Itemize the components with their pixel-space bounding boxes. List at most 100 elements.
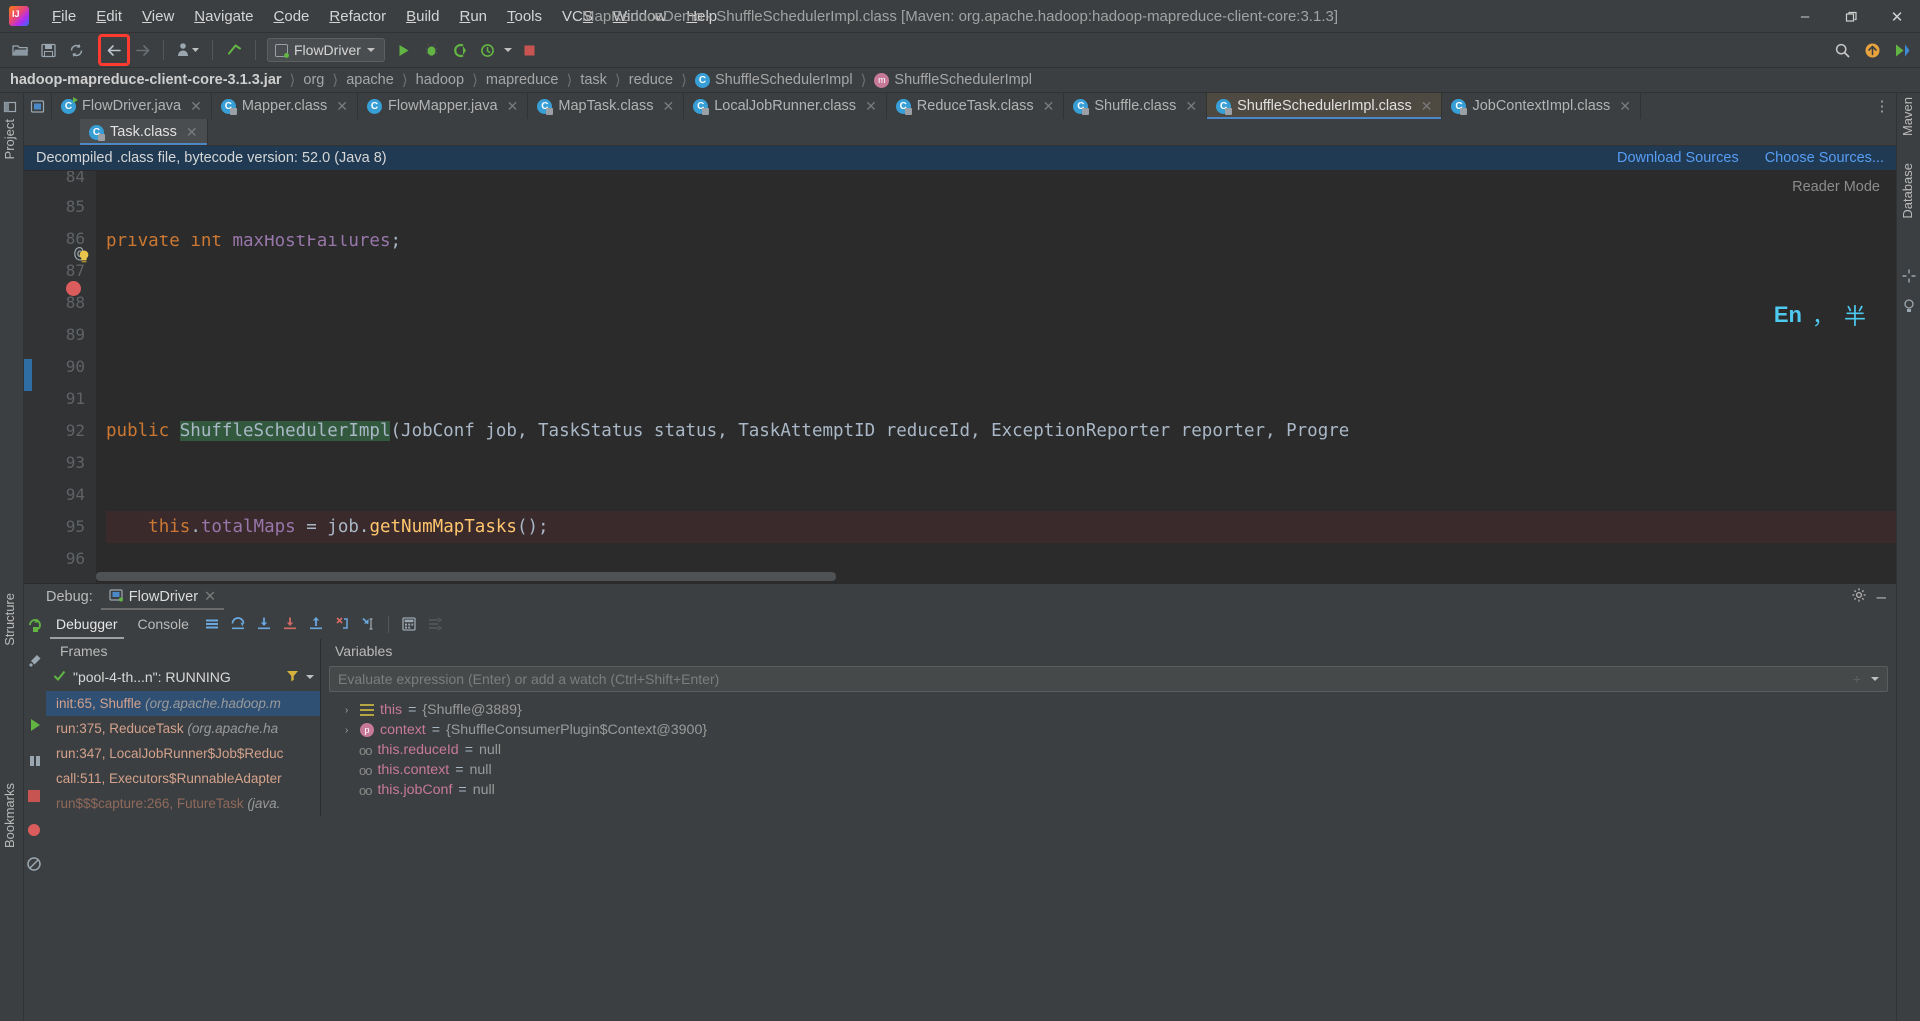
menu-item-edit[interactable]: Edit xyxy=(86,4,132,29)
sidebar-item-project-label[interactable]: Project xyxy=(2,119,17,159)
update-project-icon[interactable] xyxy=(171,36,205,64)
menu-item-help[interactable]: Help xyxy=(676,4,727,29)
sidebar-item-database[interactable]: Database xyxy=(1900,163,1915,219)
breadcrumb-item-method[interactable]: m ShuffleSchedulerImpl xyxy=(874,72,1032,88)
folder-open-icon[interactable] xyxy=(6,36,34,64)
editor-gutter[interactable]: 84 85 86 87 88 89 90 91 92 93 94 95 96 @ xyxy=(32,171,96,583)
frame-item-1[interactable]: run:375, ReduceTask (org.apache.ha xyxy=(46,716,320,741)
menu-item-window[interactable]: Window xyxy=(603,4,676,29)
step-into-icon[interactable] xyxy=(251,612,277,636)
run-with-coverage-icon[interactable] xyxy=(445,36,473,64)
menu-bar[interactable]: FFileile Edit View Navigate Code Refacto… xyxy=(42,4,727,29)
thread-selector[interactable]: "pool-4-th...n": RUNNING xyxy=(46,663,320,691)
tab-overflow-menu-icon[interactable]: ⋮ xyxy=(1868,93,1896,119)
stop-program-icon[interactable] xyxy=(26,788,44,808)
breadcrumb-item-jar[interactable]: hadoop-mapreduce-client-core-3.1.3.jar xyxy=(10,72,282,88)
tab-shuffleschedulerimpl-class[interactable]: C ShuffleSchedulerImpl.class ✕ xyxy=(1207,93,1443,119)
maximize-button[interactable] xyxy=(1828,0,1874,33)
profiler-dropdown-icon[interactable] xyxy=(501,36,515,64)
save-icon[interactable] xyxy=(34,36,62,64)
menu-item-run[interactable]: Run xyxy=(449,4,497,29)
mute-breakpoints-icon[interactable] xyxy=(199,612,225,636)
reader-mode-label[interactable]: Reader Mode xyxy=(1792,179,1880,195)
step-out-icon[interactable] xyxy=(303,612,329,636)
tab-flowdriver-java[interactable]: C FlowDriver.java ✕ xyxy=(52,93,212,119)
variable-row-context[interactable]: › p context = {ShuffleConsumerPlugin$Con… xyxy=(321,720,1896,740)
settings-icon[interactable] xyxy=(1851,587,1867,607)
tab-maptask-class[interactable]: C MapTask.class ✕ xyxy=(528,93,685,119)
download-sources-link[interactable]: Download Sources xyxy=(1617,150,1739,166)
breadcrumb-item-task[interactable]: task xyxy=(580,72,607,88)
ide-and-project-settings-icon[interactable] xyxy=(1888,37,1916,65)
close-icon[interactable]: ✕ xyxy=(190,98,202,115)
tab-flowmapper-java[interactable]: C FlowMapper.java ✕ xyxy=(358,93,529,119)
pause-program-icon[interactable] xyxy=(26,752,44,774)
sidebar-item-project[interactable] xyxy=(2,99,18,115)
mute-breakpoints-toggle-icon[interactable] xyxy=(26,856,44,876)
expand-icon[interactable]: › xyxy=(345,725,354,736)
tab-task-class[interactable]: C Task.class ✕ xyxy=(80,119,208,145)
window-controls[interactable]: – ✕ xyxy=(1782,0,1920,33)
close-icon[interactable]: ✕ xyxy=(662,98,674,115)
breadcrumb-item-org[interactable]: org xyxy=(303,72,324,88)
frame-item-3[interactable]: call:511, Executors$RunnableAdapter xyxy=(46,766,320,791)
debug-session-tab[interactable]: FlowDriver ✕ xyxy=(100,588,225,610)
evaluate-expression-input[interactable]: Evaluate expression (Enter) or add a wat… xyxy=(329,666,1888,692)
frame-item-0[interactable]: init:65, Shuffle (org.apache.hadoop.m xyxy=(46,691,320,716)
menu-item-file[interactable]: FFileile xyxy=(42,4,86,29)
close-icon[interactable]: ✕ xyxy=(336,98,348,115)
tips-icon[interactable] xyxy=(1901,298,1917,314)
hide-icon[interactable]: – xyxy=(1877,588,1886,605)
updates-icon[interactable] xyxy=(1858,37,1886,65)
menu-item-build[interactable]: Build xyxy=(396,4,449,29)
editor-horizontal-scrollbar[interactable] xyxy=(96,572,836,581)
breadcrumb-item-reduce[interactable]: reduce xyxy=(629,72,673,88)
breadcrumb-item-hadoop[interactable]: hadoop xyxy=(416,72,464,88)
menu-item-refactor[interactable]: Refactor xyxy=(319,4,396,29)
settings-layout-icon[interactable] xyxy=(422,612,448,636)
expand-icon[interactable]: › xyxy=(345,705,354,716)
variable-row-reduceid[interactable]: oo this.reduceId = null xyxy=(321,740,1896,760)
close-button[interactable]: ✕ xyxy=(1874,0,1920,33)
profiler-icon[interactable] xyxy=(473,36,501,64)
menu-item-navigate[interactable]: Navigate xyxy=(184,4,263,29)
code-content[interactable]: private int maxHostFailures; public Shuf… xyxy=(96,171,1896,583)
breakpoint-icon[interactable] xyxy=(66,281,81,296)
force-step-into-icon[interactable] xyxy=(277,612,303,636)
tab-group-icon[interactable] xyxy=(24,93,52,119)
view-breakpoints-icon[interactable] xyxy=(26,822,44,842)
notifications-icon[interactable] xyxy=(1901,268,1917,284)
frame-item-4[interactable]: run$$$capture:266, FutureTask (java. xyxy=(46,791,320,816)
tab-reducetask-class[interactable]: C ReduceTask.class ✕ xyxy=(887,93,1065,119)
variable-row-this[interactable]: › this = {Shuffle@3889} xyxy=(321,700,1896,720)
evaluate-expression-icon[interactable] xyxy=(396,612,422,636)
menu-item-code[interactable]: Code xyxy=(264,4,320,29)
tab-localjobrunner-class[interactable]: C LocalJobRunner.class ✕ xyxy=(684,93,887,119)
sidebar-item-structure[interactable]: Structure xyxy=(2,593,17,646)
close-icon[interactable]: ✕ xyxy=(507,98,519,115)
tab-console[interactable]: Console xyxy=(128,613,199,635)
search-everywhere-icon[interactable] xyxy=(1828,37,1856,65)
sidebar-item-maven[interactable]: Maven xyxy=(1900,97,1915,136)
run-icon[interactable] xyxy=(389,36,417,64)
run-configuration-selector[interactable]: FlowDriver xyxy=(267,38,385,62)
tab-debugger[interactable]: Debugger xyxy=(46,613,128,639)
close-icon[interactable]: ✕ xyxy=(186,124,198,141)
breadcrumb[interactable]: hadoop-mapreduce-client-core-3.1.3.jar ⟩… xyxy=(0,68,1920,93)
tab-jobcontextimpl-class[interactable]: C JobContextImpl.class ✕ xyxy=(1442,93,1641,119)
drop-frame-icon[interactable] xyxy=(329,612,355,636)
filter-icon[interactable] xyxy=(285,668,300,686)
close-icon[interactable]: ✕ xyxy=(1421,98,1433,115)
menu-item-vcs[interactable]: VCS xyxy=(552,4,603,29)
code-editor[interactable]: 84 85 86 87 88 89 90 91 92 93 94 95 96 @ xyxy=(24,171,1896,583)
close-icon[interactable]: ✕ xyxy=(1619,98,1631,115)
forward-arrow-icon[interactable] xyxy=(128,36,156,64)
frame-item-2[interactable]: run:347, LocalJobRunner$Job$Reduc xyxy=(46,741,320,766)
breadcrumb-item-mapreduce[interactable]: mapreduce xyxy=(486,72,559,88)
sidebar-item-bookmarks[interactable]: Bookmarks xyxy=(2,783,17,848)
debug-icon[interactable] xyxy=(417,36,445,64)
add-watch-icon[interactable]: + xyxy=(1853,671,1861,687)
variable-row-jobconf[interactable]: oo this.jobConf = null xyxy=(321,780,1896,800)
resume-program-icon[interactable] xyxy=(26,716,44,738)
back-arrow-icon[interactable] xyxy=(98,34,130,66)
